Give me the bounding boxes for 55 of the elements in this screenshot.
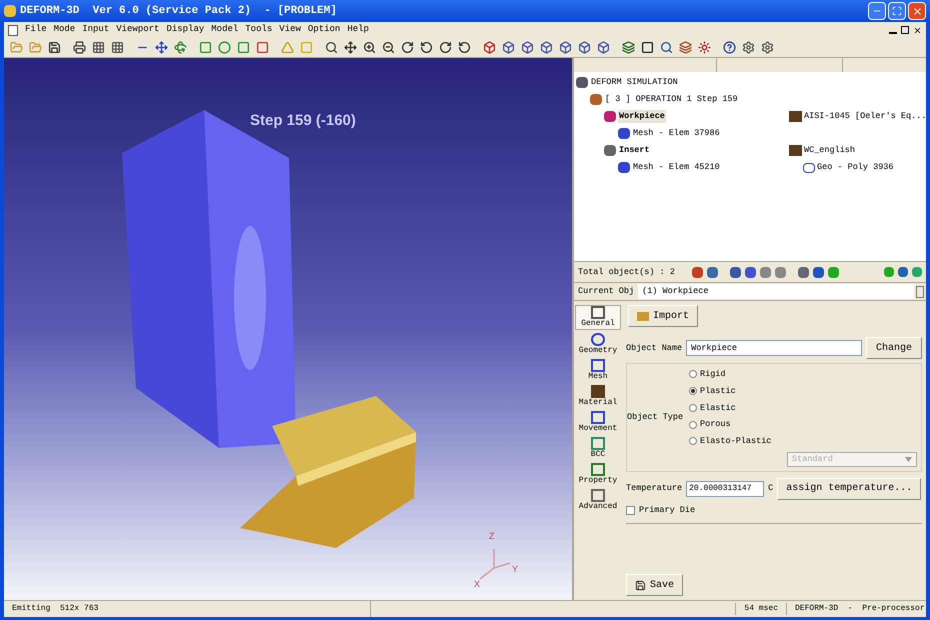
menu-item[interactable]: Option <box>308 23 340 37</box>
primary-die-checkbox[interactable]: Primary Die <box>626 504 696 516</box>
3d-viewport[interactable]: Step 159 (-160) Z Y X <box>4 58 572 600</box>
side-tab[interactable]: Property <box>575 463 621 486</box>
object-type-radio[interactable]: Porous <box>689 418 921 431</box>
current-object-label: Current Obj <box>577 285 636 298</box>
side-tab[interactable]: Material <box>575 385 621 408</box>
object-type-label: Object Type <box>627 411 684 424</box>
status-text: Emitting 512x 763 <box>11 603 100 615</box>
object-name-field[interactable]: Workpiece <box>686 340 862 356</box>
menu-item[interactable]: Model <box>211 23 238 37</box>
menu-item[interactable]: File <box>25 23 47 37</box>
tree-value: Geo - Poly 3936 <box>817 161 894 174</box>
object-name-label: Object Name <box>626 342 682 354</box>
side-tab[interactable]: Movement <box>575 411 621 434</box>
object-type-radio[interactable]: Elasto-Plastic <box>689 435 921 448</box>
tree-value: WC_english <box>804 144 856 157</box>
axis-label: Y <box>512 563 518 576</box>
side-tab[interactable]: Advanced <box>575 489 621 512</box>
tree-value: AISI-1045 [Oeler's Eq... <box>804 110 926 123</box>
side-tab[interactable]: Mesh <box>575 359 621 382</box>
menu-item[interactable]: Input <box>82 23 110 37</box>
menu-item[interactable]: Mode <box>54 23 76 37</box>
menu-item[interactable]: View <box>279 23 301 37</box>
object-type-radio[interactable]: Plastic <box>689 384 921 398</box>
import-button[interactable]: Import <box>628 305 698 327</box>
temperature-field[interactable]: 20.0000313147 <box>686 480 764 497</box>
object-type-radio[interactable]: Rigid <box>689 368 921 381</box>
tree-item[interactable]: DEFORM SIMULATION <box>590 76 679 89</box>
save-button[interactable]: Save <box>626 574 684 596</box>
step-label: Step 159 (-160) <box>250 111 356 131</box>
tree-item[interactable]: Workpiece <box>618 110 666 123</box>
menu-item[interactable]: Tools <box>245 23 272 37</box>
side-tab[interactable]: Geometry <box>575 333 621 356</box>
menu-item[interactable]: Viewport <box>116 23 160 37</box>
current-object-field[interactable]: (1) Workpiece <box>638 284 914 299</box>
assign-temperature-button[interactable]: assign temperature... <box>777 478 922 500</box>
side-tab[interactable]: BCC <box>575 437 621 460</box>
menu-item[interactable]: Display <box>166 23 204 37</box>
axis-label: X <box>474 578 480 591</box>
axis-label: Z <box>489 530 494 543</box>
object-count: Total object(s) : 2 <box>578 266 676 278</box>
tree-item[interactable]: Mesh - Elem 37986 <box>632 127 721 140</box>
status-time: 54 msec <box>735 603 786 615</box>
object-type-radio[interactable]: Elastic <box>689 402 921 414</box>
tree-item[interactable]: [ 3 ] OPERATION 1 Step 159 <box>604 93 739 106</box>
menu-item[interactable]: Help <box>347 23 369 37</box>
tree-item[interactable]: Mesh - Elem 45210 <box>632 161 721 174</box>
side-tab[interactable]: General <box>575 305 621 330</box>
window-title: DEFORM-3D Ver 6.0 (Service Pack 2) - [PROBLEM] <box>20 4 337 19</box>
change-button[interactable]: Change <box>866 337 922 359</box>
tree-item[interactable]: Insert <box>618 144 651 157</box>
temperature-unit: C <box>768 482 774 496</box>
temperature-label: Temperature <box>626 482 682 496</box>
status-mode: DEFORM-3D - Pre-processor <box>786 603 926 615</box>
